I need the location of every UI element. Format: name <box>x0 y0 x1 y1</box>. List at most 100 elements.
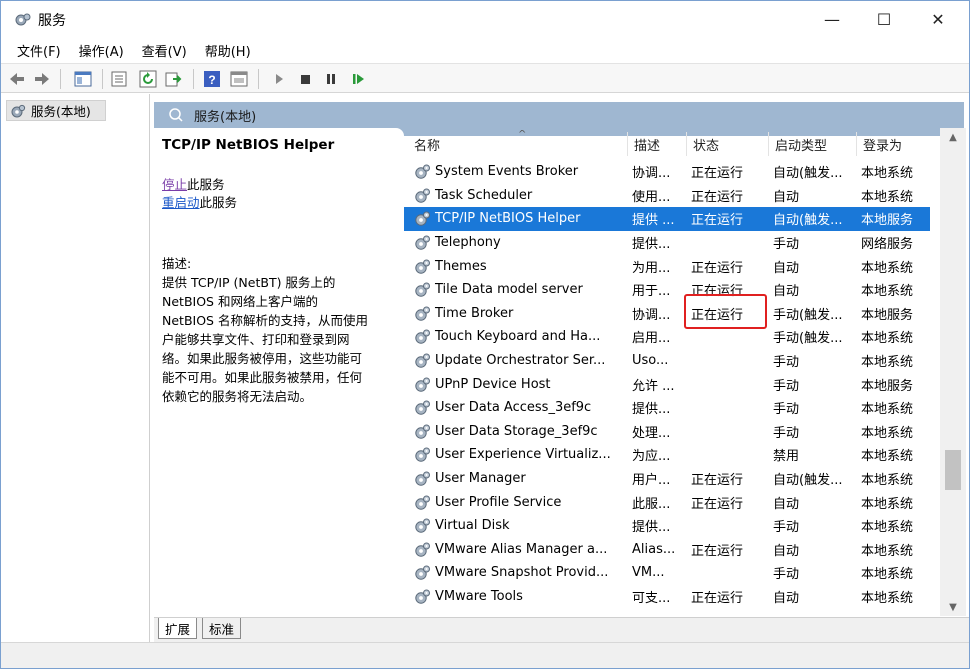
table-row[interactable]: Virtual Disk 提供... 手动 本地系统 <box>404 514 930 538</box>
help-icon[interactable]: ? <box>203 70 221 88</box>
service-logon-cell: 本地系统 <box>861 166 914 182</box>
table-row[interactable]: VMware Snapshot Provid... VM... 手动 本地系统 <box>404 561 930 585</box>
service-logon-cell: 本地系统 <box>861 520 914 536</box>
menu-action[interactable]: 操作(A) <box>70 41 133 60</box>
gear-icon <box>415 353 430 368</box>
scroll-down-button[interactable]: ▼ <box>940 598 966 616</box>
service-startup-cell: 手动 <box>773 567 800 583</box>
column-header-name-label: 名称 <box>414 138 441 154</box>
column-header-startup-type[interactable]: 启动类型 <box>769 132 857 156</box>
table-row[interactable]: System Events Broker 协调... 正在运行 自动(触发... 本地系… <box>404 160 930 184</box>
service-name: User Experience Virtualiz... <box>435 447 611 463</box>
services-list: 名称 ^ 描述 状态 启动类型 登录为 System Events Broker… <box>404 130 930 608</box>
properties-icon[interactable] <box>110 70 128 88</box>
table-row[interactable]: Tile Data model server 用于... 正在运行 自动 本地系统 <box>404 278 930 302</box>
service-name: Task Scheduler <box>435 187 533 203</box>
back-arrow-icon[interactable] <box>8 70 26 88</box>
service-status-cell <box>691 231 769 255</box>
pause-icon[interactable] <box>322 70 340 88</box>
tab-extended[interactable]: 扩展 <box>158 618 198 639</box>
gear-icon <box>415 471 430 486</box>
minimize-button[interactable]: — <box>808 0 856 38</box>
title-bar: 服务 — ☐ ✕ <box>0 0 970 38</box>
maximize-button[interactable]: ☐ <box>860 0 908 38</box>
service-description-cell: 处理... <box>632 425 671 441</box>
service-name: VMware Alias Manager a... <box>435 541 608 557</box>
table-row[interactable]: UPnP Device Host 允许 ... 手动 本地服务 <box>404 372 930 396</box>
menu-bar: 文件(F) 操作(A) 查看(V) 帮助(H) <box>0 38 970 62</box>
column-header-logon-as[interactable]: 登录为 <box>857 132 930 156</box>
forward-arrow-icon[interactable] <box>33 70 51 88</box>
service-logon-cell: 本地系统 <box>861 473 914 489</box>
console-icon[interactable] <box>230 70 248 88</box>
gear-icon <box>415 400 430 415</box>
table-row[interactable]: VMware Alias Manager a... Alias... 正在运行 自动 本… <box>404 538 930 562</box>
service-startup-cell: 禁用 <box>773 449 800 465</box>
service-status-cell <box>691 372 769 396</box>
column-header-status[interactable]: 状态 <box>687 132 769 156</box>
service-description-cell: 使用... <box>632 189 671 205</box>
description-line: 能不可用。如果此服务被禁用，任何 <box>162 370 363 385</box>
table-row[interactable]: Time Broker 协调... 正在运行 手动(触发... 本地服务 <box>404 302 930 326</box>
restart-service-link[interactable]: 重启动 <box>162 195 200 210</box>
service-startup-cell: 手动 <box>773 520 800 536</box>
scroll-up-button[interactable]: ▲ <box>940 128 966 146</box>
table-row[interactable]: User Profile Service 此服... 正在运行 自动 本地系统 <box>404 490 930 514</box>
export-icon[interactable] <box>165 70 183 88</box>
tree-item-services-local[interactable]: 服务(本地) <box>6 100 106 121</box>
service-name-cell: User Experience Virtualiz... <box>414 443 628 467</box>
table-row[interactable]: Update Orchestrator Ser... Uso... 手动 本地系统 <box>404 349 930 373</box>
tab-standard[interactable]: 标准 <box>202 618 242 639</box>
service-name: VMware Tools <box>435 589 523 605</box>
service-logon-cell: 本地系统 <box>861 425 914 441</box>
service-name-cell: Telephony <box>414 231 628 255</box>
table-row[interactable]: Themes 为用... 正在运行 自动 本地系统 <box>404 254 930 278</box>
service-status-cell <box>691 396 769 420</box>
stop-icon[interactable] <box>296 70 314 88</box>
column-header-description[interactable]: 描述 <box>628 132 687 156</box>
service-name: TCP/IP NetBIOS Helper <box>435 211 581 227</box>
table-row[interactable]: Touch Keyboard and Ha... 启用... 手动(触发... 本地系… <box>404 325 930 349</box>
service-name-cell: Update Orchestrator Ser... <box>414 349 628 373</box>
service-startup-cell: 自动 <box>773 189 800 205</box>
gear-icon <box>415 518 430 533</box>
service-name: User Profile Service <box>435 494 562 510</box>
table-row[interactable]: User Manager 用户... 正在运行 自动(触发... 本地系统 <box>404 467 930 491</box>
service-description-cell: Alias... <box>632 541 676 557</box>
toolbar-separator <box>258 69 259 89</box>
show-tree-icon[interactable] <box>74 70 92 88</box>
service-name: Themes <box>435 258 487 274</box>
service-name: Telephony <box>435 235 501 251</box>
service-logon-cell: 本地系统 <box>861 591 914 607</box>
table-row[interactable]: Task Scheduler 使用... 正在运行 自动 本地系统 <box>404 184 930 208</box>
close-button[interactable]: ✕ <box>914 0 962 38</box>
refresh-icon[interactable] <box>139 70 157 88</box>
service-description-cell: 此服... <box>632 496 671 512</box>
menu-file[interactable]: 文件(F) <box>8 41 70 60</box>
menu-view[interactable]: 查看(V) <box>133 41 196 60</box>
service-name: User Data Storage_3ef9c <box>435 423 598 439</box>
table-row[interactable]: VMware Tools 可支... 正在运行 自动 本地系统 <box>404 585 930 608</box>
table-row[interactable]: User Experience Virtualiz... 为应... 禁用 本地系统 <box>404 443 930 467</box>
service-startup-cell: 自动 <box>773 543 800 559</box>
service-description-cell: 可支... <box>632 591 671 607</box>
service-description-cell: 协调... <box>632 166 671 182</box>
description-label: 描述: <box>162 256 192 271</box>
service-name-cell: User Manager <box>414 467 628 491</box>
restart-icon[interactable] <box>349 70 367 88</box>
service-startup-cell: 手动(触发... <box>773 331 843 347</box>
table-row[interactable]: User Data Access_3ef9c 提供... 手动 本地系统 <box>404 396 930 420</box>
table-row[interactable]: Telephony 提供... 手动 网络服务 <box>404 231 930 255</box>
service-name-cell: Touch Keyboard and Ha... <box>414 325 628 349</box>
service-description: 描述: 提供 TCP/IP (NetBT) 服务上的 NetBIOS 和网络上客… <box>162 254 402 406</box>
table-row[interactable]: User Data Storage_3ef9c 处理... 手动 本地系统 <box>404 420 930 444</box>
menu-help[interactable]: 帮助(H) <box>196 41 260 60</box>
scroll-thumb[interactable] <box>945 450 961 490</box>
column-header-name[interactable]: 名称 ^ <box>408 130 628 156</box>
start-icon[interactable] <box>270 70 288 88</box>
table-row[interactable]: TCP/IP NetBIOS Helper 提供 ... 正在运行 自动(触发... 本… <box>404 207 930 231</box>
service-name-cell: User Data Access_3ef9c <box>414 396 628 420</box>
vertical-scrollbar[interactable]: ▲ ▼ <box>940 128 966 616</box>
service-logon-cell: 本地系统 <box>861 449 914 465</box>
stop-service-link[interactable]: 停止 <box>162 177 187 192</box>
